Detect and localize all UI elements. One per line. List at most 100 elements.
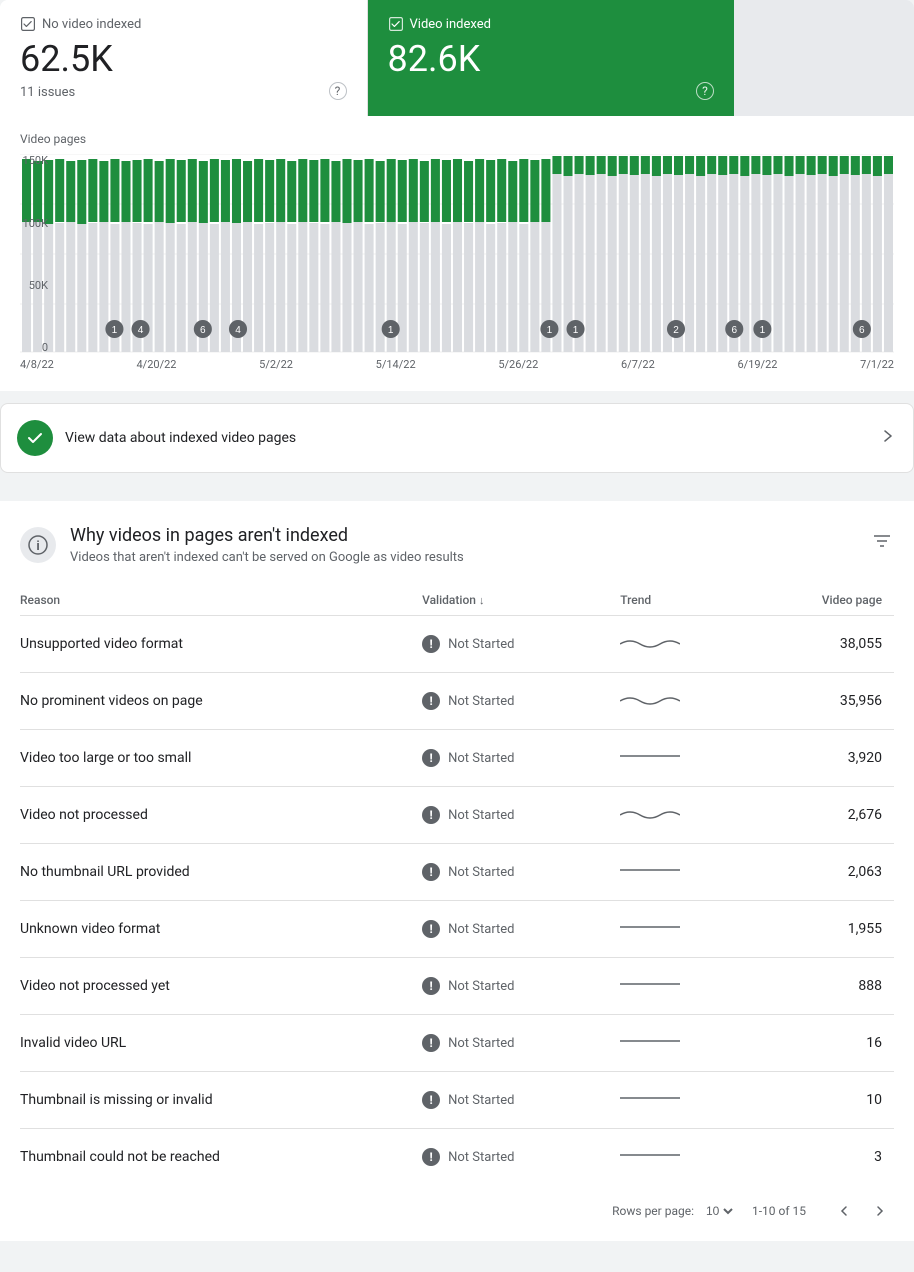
view-data-text: View data about indexed video pages <box>65 430 296 446</box>
green-check-icon <box>17 420 53 456</box>
no-video-label: No video indexed <box>42 17 141 32</box>
trend-cell <box>620 1129 757 1186</box>
video-page-count: 16 <box>757 1015 894 1072</box>
not-started-icon <box>422 863 440 881</box>
x-label-8: 7/1/22 <box>860 358 894 371</box>
trend-cell <box>620 787 757 844</box>
not-started-icon <box>422 1148 440 1166</box>
validation-text: Not Started <box>448 865 514 880</box>
validation-text: Not Started <box>448 751 514 766</box>
validation-cell: Not Started <box>422 844 620 901</box>
video-indexed-label: Video indexed <box>410 17 491 32</box>
not-started-icon <box>422 692 440 710</box>
svg-text:1: 1 <box>547 325 553 336</box>
validation-cell: Not Started <box>422 1072 620 1129</box>
next-page-button[interactable] <box>866 1197 894 1225</box>
no-video-issues: 11 issues <box>20 85 347 100</box>
validation-text: Not Started <box>448 1036 514 1051</box>
trend-cell <box>620 958 757 1015</box>
not-started-icon <box>422 1034 440 1052</box>
x-label-4: 5/14/22 <box>376 358 416 371</box>
svg-text:i: i <box>36 538 40 553</box>
reason-cell: Thumbnail could not be reached <box>20 1129 422 1186</box>
table-row[interactable]: Video not processed Not Started 2,676 <box>20 787 894 844</box>
table-row[interactable]: No prominent videos on page Not Started … <box>20 673 894 730</box>
table-row[interactable]: No thumbnail URL provided Not Started 2,… <box>20 844 894 901</box>
chart-svg: 1 4 6 4 1 1 1 2 6 1 6 <box>20 154 894 354</box>
trend-cell <box>620 844 757 901</box>
video-indexed-card: Video indexed 82.6K ? <box>368 0 735 116</box>
x-label-3: 5/2/22 <box>259 358 293 371</box>
table-row[interactable]: Unsupported video format Not Started 38,… <box>20 616 894 673</box>
chevron-right-icon <box>877 426 897 450</box>
validation-cell: Not Started <box>422 1015 620 1072</box>
y-label-0: 0 <box>12 341 48 354</box>
reason-cell: Unsupported video format <box>20 616 422 673</box>
not-started-icon <box>422 806 440 824</box>
chart-section: Video pages <box>0 116 914 391</box>
reason-cell: Thumbnail is missing or invalid <box>20 1072 422 1129</box>
table-row[interactable]: Unknown video format Not Started 1,955 <box>20 901 894 958</box>
x-label-2: 4/20/22 <box>136 358 176 371</box>
prev-page-button[interactable] <box>830 1197 858 1225</box>
table-row[interactable]: Thumbnail could not be reached Not Start… <box>20 1129 894 1186</box>
trend-cell <box>620 901 757 958</box>
why-header: i Why videos in pages aren't indexed Vid… <box>20 525 894 565</box>
not-started-icon <box>422 749 440 767</box>
col-validation: Validation ↓ <box>422 585 620 616</box>
rows-per-page: Rows per page: 10 25 50 <box>612 1203 736 1219</box>
svg-text:4: 4 <box>235 325 241 336</box>
svg-text:1: 1 <box>112 325 118 336</box>
svg-text:6: 6 <box>859 325 865 336</box>
not-started-icon <box>422 1091 440 1109</box>
video-page-count: 35,956 <box>757 673 894 730</box>
trend-cell <box>620 673 757 730</box>
y-label-150k: 150K <box>12 154 48 167</box>
section-divider <box>0 485 914 501</box>
svg-text:1: 1 <box>388 325 394 336</box>
svg-text:6: 6 <box>731 325 737 336</box>
svg-text:6: 6 <box>200 325 206 336</box>
validation-text: Not Started <box>448 637 514 652</box>
reason-cell: Video too large or too small <box>20 730 422 787</box>
validation-cell: Not Started <box>422 616 620 673</box>
validation-cell: Not Started <box>422 958 620 1015</box>
col-reason: Reason <box>20 585 422 616</box>
rows-select[interactable]: 10 25 50 <box>702 1203 736 1219</box>
view-data-link[interactable]: View data about indexed video pages <box>0 403 914 473</box>
no-video-help-icon[interactable]: ? <box>329 82 347 100</box>
rows-label: Rows per page: <box>612 1204 694 1218</box>
no-video-card: No video indexed 62.5K 11 issues ? <box>0 0 368 116</box>
validation-cell: Not Started <box>422 730 620 787</box>
table-row[interactable]: Video not processed yet Not Started 888 <box>20 958 894 1015</box>
table-row[interactable]: Video too large or too small Not Started… <box>20 730 894 787</box>
validation-text: Not Started <box>448 922 514 937</box>
table-row[interactable]: Thumbnail is missing or invalid Not Star… <box>20 1072 894 1129</box>
video-page-count: 3 <box>757 1129 894 1186</box>
video-indexed-help-icon[interactable]: ? <box>696 82 714 100</box>
no-video-value: 62.5K <box>20 38 347 81</box>
sort-icon: ↓ <box>479 594 485 607</box>
no-video-check: No video indexed <box>20 16 347 32</box>
col-trend: Trend <box>620 585 757 616</box>
reason-cell: Video not processed yet <box>20 958 422 1015</box>
chart-label: Video pages <box>20 132 894 146</box>
issues-table: Reason Validation ↓ Trend Video page Uns… <box>20 585 894 1185</box>
trend-cell <box>620 1015 757 1072</box>
trend-cell <box>620 616 757 673</box>
video-page-count: 10 <box>757 1072 894 1129</box>
video-page-count: 2,676 <box>757 787 894 844</box>
video-page-count: 888 <box>757 958 894 1015</box>
reason-cell: Video not processed <box>20 787 422 844</box>
table-row[interactable]: Invalid video URL Not Started 16 <box>20 1015 894 1072</box>
validation-cell: Not Started <box>422 787 620 844</box>
pagination: Rows per page: 10 25 50 1-10 of 15 <box>20 1185 894 1241</box>
why-subtitle: Videos that aren't indexed can't be serv… <box>70 550 464 565</box>
reason-cell: No thumbnail URL provided <box>20 844 422 901</box>
validation-cell: Not Started <box>422 673 620 730</box>
why-title: Why videos in pages aren't indexed <box>70 525 464 546</box>
x-label-6: 6/7/22 <box>621 358 655 371</box>
x-label-5: 5/26/22 <box>498 358 538 371</box>
filter-icon[interactable] <box>870 525 894 557</box>
chart-area: 1 4 6 4 1 1 1 2 6 1 6 150K 100K 50K 0 <box>20 154 894 354</box>
